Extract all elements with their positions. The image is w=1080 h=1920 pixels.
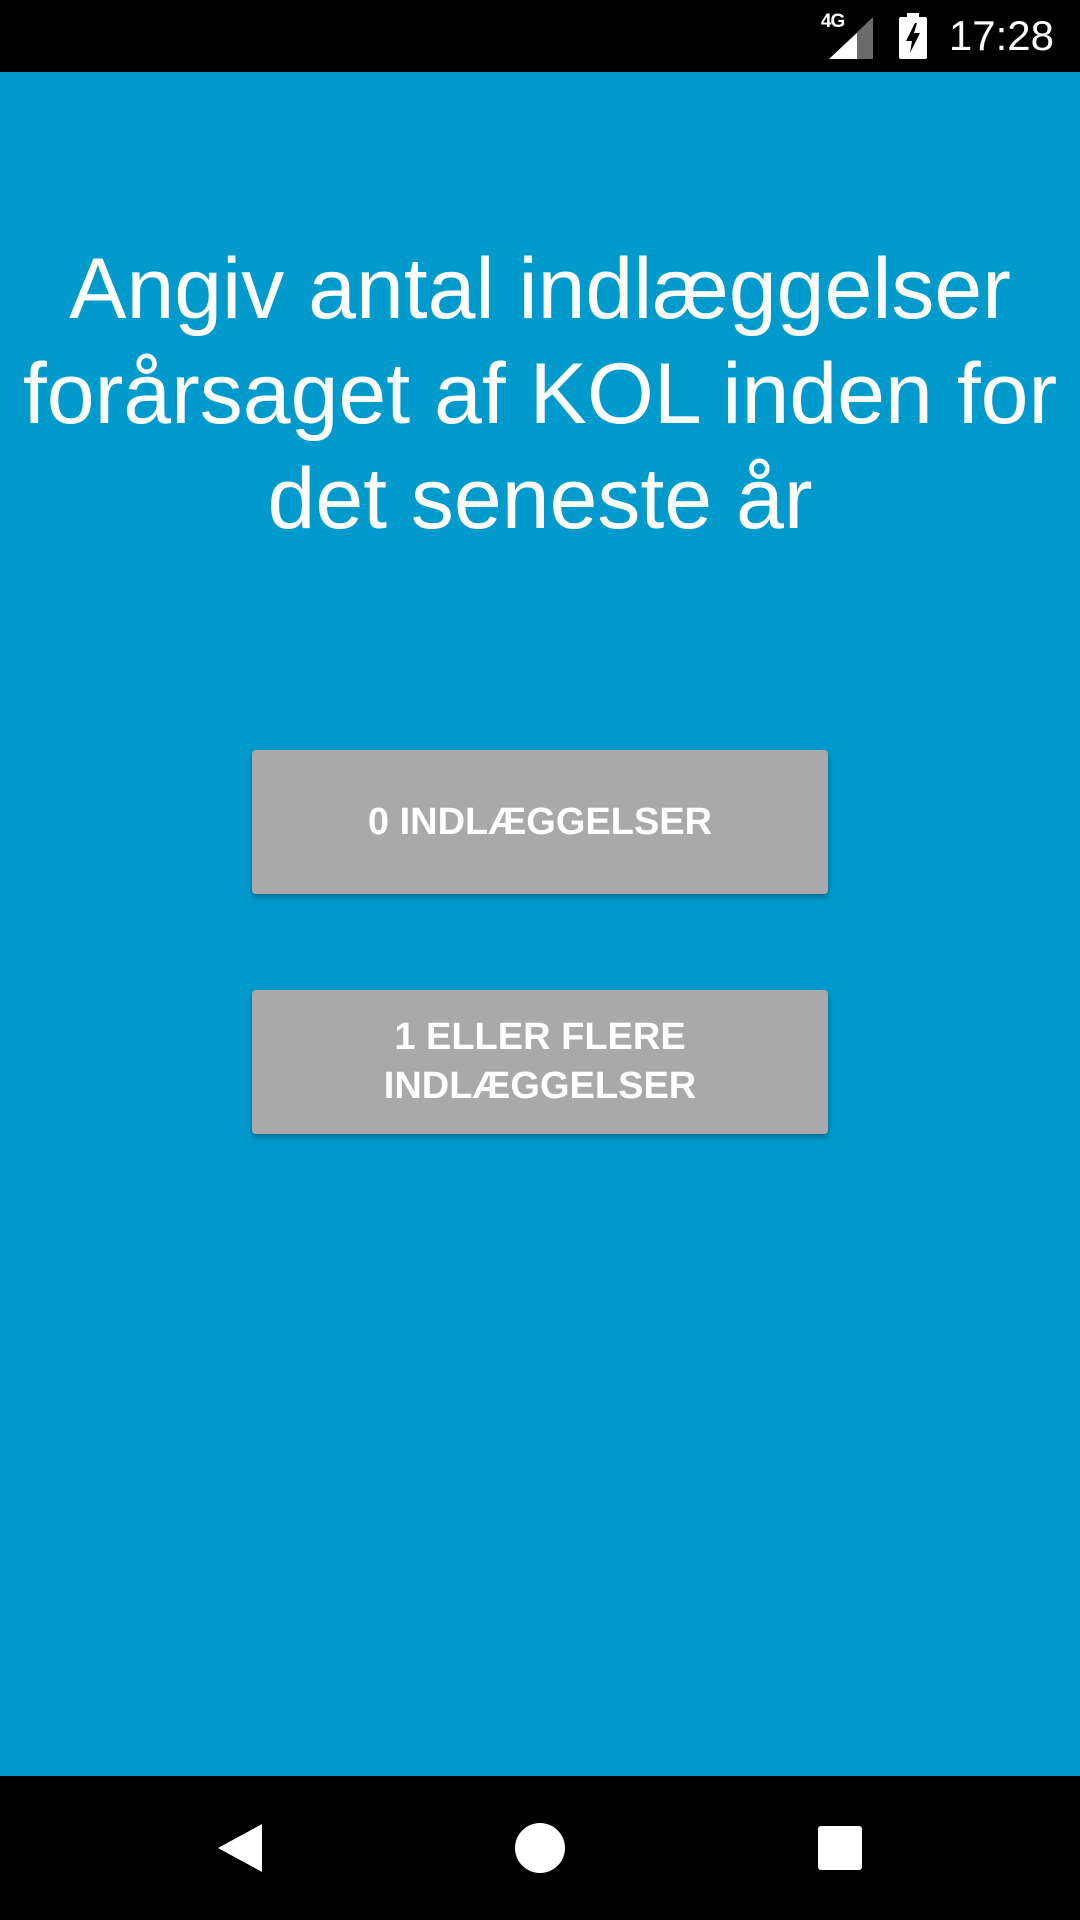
back-button[interactable] [190, 1798, 290, 1898]
signal-icon [828, 17, 873, 59]
recents-icon [818, 1826, 862, 1870]
navigation-bar [0, 1776, 1080, 1920]
status-bar: 4G 17:28 [0, 0, 1080, 72]
home-button[interactable] [490, 1798, 590, 1898]
back-icon [218, 1824, 262, 1872]
status-icons: 4G 17:28 [821, 0, 1054, 72]
main-content: Angiv antal indlæggelser forårsaget af K… [0, 72, 1080, 1776]
home-icon [515, 1823, 565, 1873]
zero-admissions-button[interactable]: 0 INDLÆGGELSER [252, 750, 828, 894]
question-text: Angiv antal indlæggelser forårsaget af K… [22, 241, 1058, 547]
one-or-more-admissions-button[interactable]: 1 ELLER FLERE INDLÆGGELSER [252, 990, 828, 1134]
screen: 4G 17:28 Angiv antal indlæggelser forårs… [0, 0, 1080, 1920]
clock: 17:28 [948, 12, 1054, 59]
battery-charging-icon [898, 13, 927, 59]
signal-indicator: 4G [821, 11, 877, 59]
recents-button[interactable] [790, 1798, 890, 1898]
